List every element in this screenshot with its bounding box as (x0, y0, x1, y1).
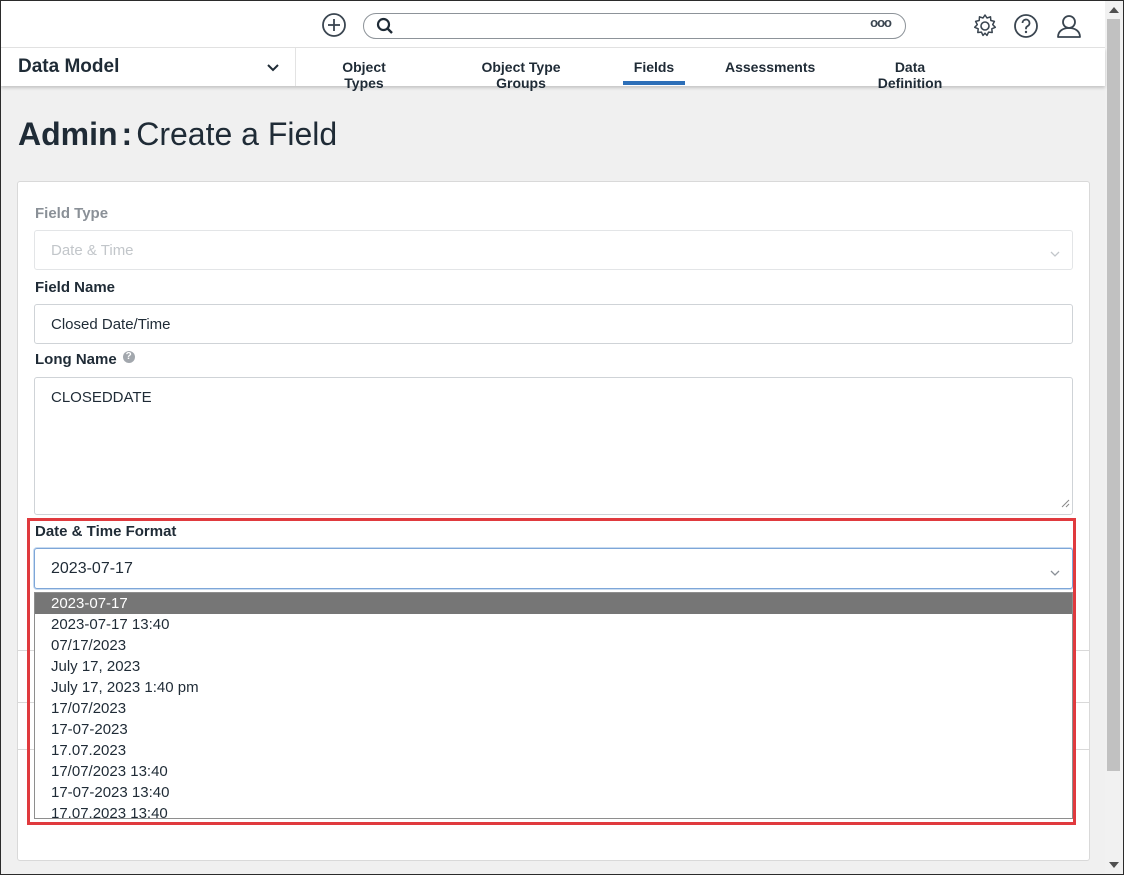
option-date-time-format[interactable]: July 17, 2023 1:40 pm (35, 677, 1072, 698)
tab-fields[interactable]: Fields (623, 48, 685, 86)
field-name-label: Field Name (35, 279, 116, 296)
gear-icon (973, 14, 997, 37)
add-button[interactable] (321, 12, 347, 38)
option-date-time-format[interactable]: 17.07.2023 13:40 (35, 803, 1072, 818)
tab-assessments[interactable]: Assessments (725, 48, 815, 86)
resize-grip-icon[interactable] (1061, 495, 1070, 512)
field-type-select: Date & Time (34, 230, 1073, 270)
option-date-time-format[interactable]: 17-07-2023 13:40 (35, 782, 1072, 803)
help-icon[interactable]: ? (122, 351, 135, 363)
option-date-time-format[interactable]: 17.07.2023 (35, 740, 1072, 761)
option-date-time-format[interactable]: 17/07/2023 13:40 (35, 761, 1072, 782)
tab-object-types[interactable]: Object Types (322, 48, 406, 91)
scrollbar-thumb[interactable] (1107, 19, 1120, 771)
field-name-input[interactable]: Closed Date/Time (34, 304, 1073, 344)
chevron-down-icon (1050, 564, 1060, 582)
page-title: Admin: Create a Field (18, 116, 337, 153)
search-options-icon[interactable]: ooo (870, 15, 892, 30)
chevron-down-icon (266, 60, 280, 78)
option-date-time-format[interactable]: 2023-07-17 (35, 593, 1072, 614)
plus-circle-icon (322, 13, 346, 37)
field-type-value: Date & Time (51, 242, 134, 259)
tab-data-definition[interactable]: Data Definition (861, 48, 959, 91)
question-circle-icon (1014, 14, 1038, 38)
option-date-time-format[interactable]: 17-07-2023 (35, 719, 1072, 740)
main-content: Admin: Create a Field Field Type Date & T… (1, 86, 1105, 874)
help-button[interactable] (1013, 13, 1039, 39)
vertical-scrollbar[interactable] (1105, 1, 1123, 874)
long-name-label-row: Long Name? (35, 351, 135, 368)
page-title-main: Create a Field (136, 116, 338, 152)
date-time-format-select[interactable]: 2023-07-17 (34, 548, 1073, 589)
scroll-down-arrow-icon[interactable] (1109, 862, 1119, 868)
data-model-label: Data Model (18, 56, 120, 77)
data-model-selector[interactable]: Data Model (1, 48, 296, 86)
search-icon (376, 17, 394, 40)
long-name-label: Long Name (35, 351, 117, 368)
field-name-value: Closed Date/Time (51, 316, 171, 333)
option-date-time-format[interactable]: 17/07/2023 (35, 698, 1072, 719)
long-name-value: CLOSEDDATE (51, 389, 152, 406)
date-time-format-label: Date & Time Format (35, 523, 177, 540)
option-date-time-format[interactable]: 2023-07-17 13:40 (35, 614, 1072, 635)
search-bar[interactable]: ooo (363, 13, 906, 39)
user-icon (1057, 15, 1081, 38)
chevron-down-icon (1050, 245, 1060, 262)
scroll-up-arrow-icon[interactable] (1109, 7, 1119, 13)
date-time-format-options: 2023-07-17 2023-07-17 13:40 07/17/2023 J… (34, 592, 1073, 819)
page-title-separator: : (121, 116, 133, 152)
option-date-time-format[interactable]: July 17, 2023 (35, 656, 1072, 677)
field-type-label: Field Type (35, 205, 109, 222)
option-date-time-format[interactable]: 07/17/2023 (35, 635, 1072, 656)
tab-object-type-groups[interactable]: Object Type Groups (457, 48, 585, 91)
long-name-textarea[interactable]: CLOSEDDATE (34, 377, 1073, 515)
date-time-format-value: 2023-07-17 (51, 560, 133, 577)
nav-bar: Data Model Object Types Object Type Grou… (1, 48, 1105, 91)
top-bar: ooo (1, 1, 1105, 48)
page-title-prefix: Admin (18, 116, 118, 152)
create-field-form: Field Type Date & Time Field Name Closed… (17, 181, 1090, 861)
settings-button[interactable] (972, 13, 998, 39)
user-menu-button[interactable] (1055, 12, 1083, 40)
